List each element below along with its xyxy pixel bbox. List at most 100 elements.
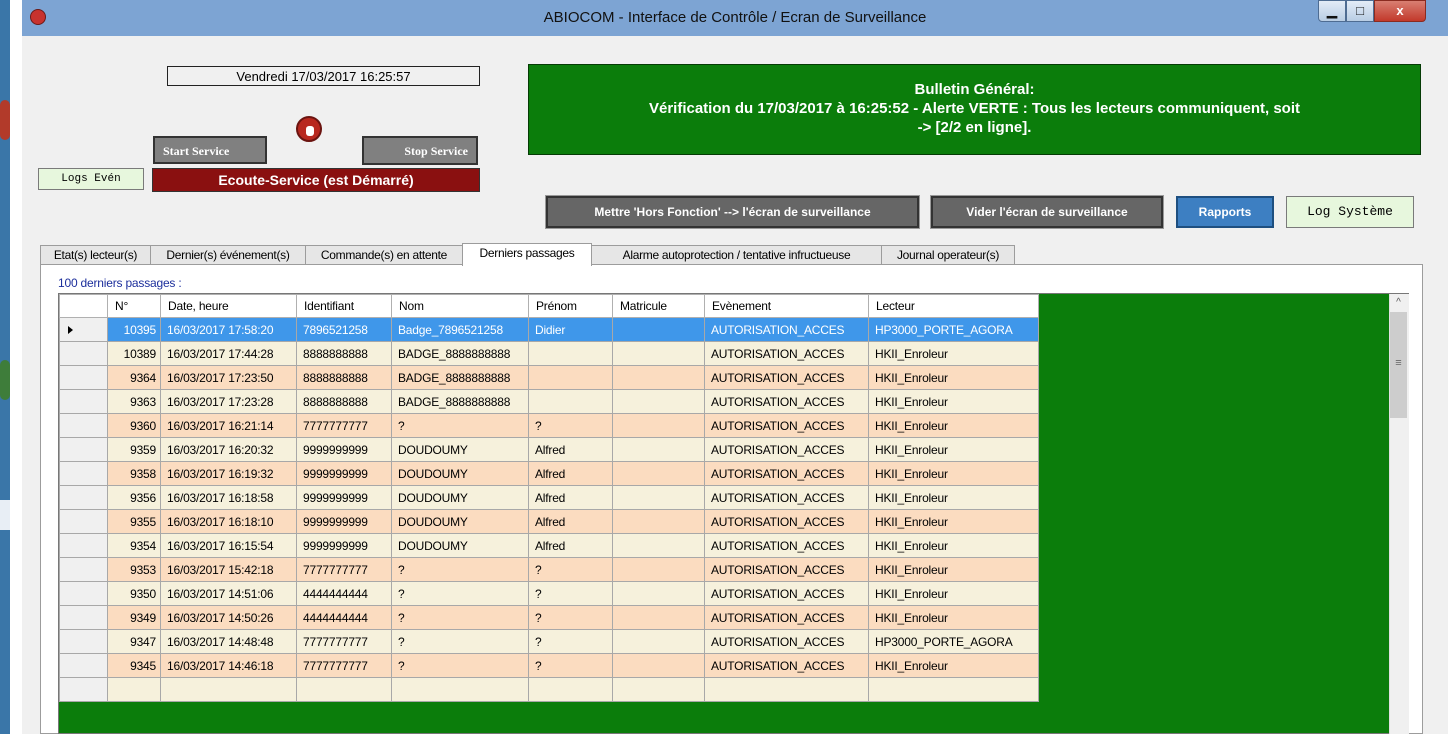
table-cell[interactable]: 9360	[107, 413, 161, 438]
table-row[interactable]: 9355 16/03/2017 16:18:10 9999999999 DOUDOUM…	[59, 509, 1039, 534]
reports-button[interactable]: Rapports	[1176, 196, 1274, 228]
table-cell[interactable]: AUTORISATION_ACCES	[704, 509, 869, 534]
table-cell[interactable]	[612, 581, 705, 606]
table-cell[interactable]: Didier	[528, 317, 613, 342]
row-header[interactable]	[59, 629, 108, 654]
table-cell[interactable]: AUTORISATION_ACCES	[704, 413, 869, 438]
system-log-button[interactable]: Log Système	[1286, 196, 1414, 228]
table-cell[interactable]: AUTORISATION_ACCES	[704, 341, 869, 366]
row-header[interactable]	[59, 509, 108, 534]
table-cell[interactable]: 16/03/2017 14:46:18	[160, 653, 297, 678]
table-cell[interactable]: 9363	[107, 389, 161, 414]
table-cell[interactable]: 9356	[107, 485, 161, 510]
table-cell[interactable]	[612, 437, 705, 462]
row-header[interactable]	[59, 605, 108, 630]
table-cell[interactable]: ?	[391, 581, 529, 606]
row-header[interactable]	[59, 581, 108, 606]
table-cell[interactable]: AUTORISATION_ACCES	[704, 317, 869, 342]
table-cell[interactable]: HKII_Enroleur	[868, 413, 1039, 438]
table-row[interactable]: 9353 16/03/2017 15:42:18 7777777777?? AUTOR…	[59, 557, 1039, 582]
table-cell[interactable]: 16/03/2017 16:21:14	[160, 413, 297, 438]
table-cell[interactable]: 7777777777	[296, 557, 392, 582]
table-cell[interactable]	[612, 341, 705, 366]
table-row[interactable]: 9354 16/03/2017 16:15:54 9999999999 DOUDOUM…	[59, 533, 1039, 558]
table-cell[interactable]	[107, 677, 161, 702]
table-cell[interactable]	[391, 677, 529, 702]
row-header[interactable]	[59, 677, 108, 702]
table-cell[interactable]: ?	[528, 653, 613, 678]
table-cell[interactable]	[612, 605, 705, 630]
tab-last-passages[interactable]: Derniers passages	[462, 243, 592, 266]
table-cell[interactable]	[612, 653, 705, 678]
table-cell[interactable]	[868, 677, 1039, 702]
table-cell[interactable]: BADGE_8888888888	[391, 341, 529, 366]
table-cell[interactable]: BADGE_8888888888	[391, 389, 529, 414]
table-cell[interactable]: 8888888888	[296, 365, 392, 390]
table-row[interactable]: 9345 16/03/2017 14:46:18 7777777777?? AUTOR…	[59, 653, 1039, 678]
table-cell[interactable]: 9347	[107, 629, 161, 654]
table-cell[interactable]: DOUDOUMY	[391, 437, 529, 462]
start-service-button[interactable]: Start Service	[153, 136, 267, 164]
table-cell[interactable]: HP3000_PORTE_AGORA	[868, 317, 1039, 342]
table-cell[interactable]: 16/03/2017 17:44:28	[160, 341, 297, 366]
table-cell[interactable]: ?	[528, 413, 613, 438]
table-row[interactable]: 9360 16/03/2017 16:21:14 7777777777?? AUTOR…	[59, 413, 1039, 438]
table-cell[interactable]	[612, 461, 705, 486]
table-cell[interactable]: 10395	[107, 317, 161, 342]
table-cell[interactable]: 16/03/2017 16:18:58	[160, 485, 297, 510]
table-row[interactable]: 10395 16/03/2017 17:58:20 7896521258 Badge_…	[59, 317, 1039, 342]
table-cell[interactable]: ?	[391, 653, 529, 678]
table-cell[interactable]: Alfred	[528, 437, 613, 462]
table-cell[interactable]: 16/03/2017 16:20:32	[160, 437, 297, 462]
table-cell[interactable]: 10389	[107, 341, 161, 366]
table-cell[interactable]	[612, 677, 705, 702]
table-cell[interactable]: DOUDOUMY	[391, 509, 529, 534]
table-cell[interactable]: Alfred	[528, 485, 613, 510]
table-cell[interactable]: DOUDOUMY	[391, 461, 529, 486]
table-cell[interactable]	[612, 413, 705, 438]
table-cell[interactable]: 9350	[107, 581, 161, 606]
table-cell[interactable]	[612, 533, 705, 558]
table-cell[interactable]: AUTORISATION_ACCES	[704, 653, 869, 678]
table-cell[interactable]	[296, 677, 392, 702]
table-cell[interactable]: AUTORISATION_ACCES	[704, 461, 869, 486]
table-cell[interactable]: 16/03/2017 14:51:06	[160, 581, 297, 606]
row-header[interactable]	[59, 533, 108, 558]
table-cell[interactable]	[612, 629, 705, 654]
table-cell[interactable]: AUTORISATION_ACCES	[704, 437, 869, 462]
table-cell[interactable]: HKII_Enroleur	[868, 581, 1039, 606]
row-header[interactable]	[59, 365, 108, 390]
table-cell[interactable]: ?	[528, 605, 613, 630]
table-cell[interactable]: ?	[391, 629, 529, 654]
table-cell[interactable]: 16/03/2017 17:23:28	[160, 389, 297, 414]
table-cell[interactable]: 7777777777	[296, 653, 392, 678]
logs-events-button[interactable]: Logs Evén	[38, 168, 144, 190]
table-cell[interactable]: AUTORISATION_ACCES	[704, 389, 869, 414]
table-cell[interactable]: DOUDOUMY	[391, 533, 529, 558]
table-row[interactable]: 9350 16/03/2017 14:51:06 4444444444?? AUTOR…	[59, 581, 1039, 606]
tab-reader-status[interactable]: Etat(s) lecteur(s)	[40, 245, 151, 265]
tab-alarm-tamper[interactable]: Alarme autoprotection / tentative infruc…	[591, 245, 882, 265]
row-header[interactable]	[59, 557, 108, 582]
row-header[interactable]	[59, 461, 108, 486]
column-header[interactable]: Identifiant	[296, 294, 392, 318]
table-row[interactable]: 9363 16/03/2017 17:23:28 8888888888 BADGE_8…	[59, 389, 1039, 414]
table-cell[interactable]	[612, 485, 705, 510]
table-cell[interactable]: 16/03/2017 14:48:48	[160, 629, 297, 654]
table-cell[interactable]: 9999999999	[296, 509, 392, 534]
table-cell[interactable]: Alfred	[528, 509, 613, 534]
table-cell[interactable]: ?	[528, 557, 613, 582]
table-cell[interactable]: 16/03/2017 14:50:26	[160, 605, 297, 630]
table-row[interactable]: 9356 16/03/2017 16:18:58 9999999999 DOUDOUM…	[59, 485, 1039, 510]
table-cell[interactable]	[612, 509, 705, 534]
table-cell[interactable]: ?	[391, 557, 529, 582]
table-cell[interactable]: 9349	[107, 605, 161, 630]
table-cell[interactable]: 7777777777	[296, 413, 392, 438]
table-cell[interactable]: 8888888888	[296, 389, 392, 414]
table-cell[interactable]	[612, 389, 705, 414]
table-cell[interactable]: HP3000_PORTE_AGORA	[868, 629, 1039, 654]
table-cell[interactable]	[528, 341, 613, 366]
table-cell[interactable]: HKII_Enroleur	[868, 485, 1039, 510]
column-header[interactable]: Nom	[391, 294, 529, 318]
row-header[interactable]	[59, 413, 108, 438]
